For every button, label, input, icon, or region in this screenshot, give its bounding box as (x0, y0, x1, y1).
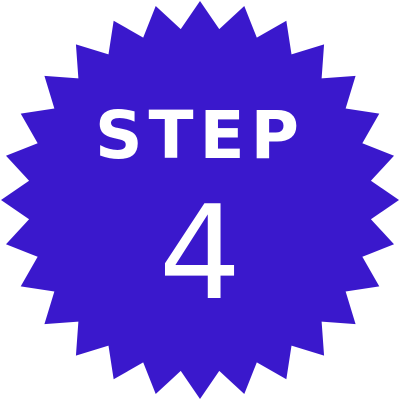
step-number: 4 (158, 177, 242, 329)
step-badge: STEP 4 (0, 0, 400, 400)
step-label: STEP (94, 97, 305, 174)
